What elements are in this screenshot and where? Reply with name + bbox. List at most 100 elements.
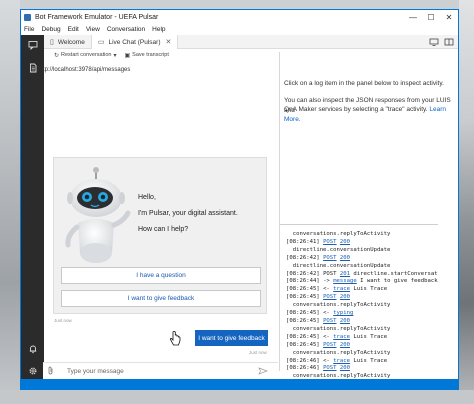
log-activity-link[interactable]: trace xyxy=(333,358,350,364)
log-activity-link[interactable]: trace xyxy=(333,286,350,292)
tab-live-chat[interactable]: ▭ Live Chat (Pulsar) ✕ xyxy=(90,35,179,49)
save-label: Save transcript xyxy=(132,52,169,58)
maximize-button[interactable]: ☐ xyxy=(422,10,440,24)
log-activity-link[interactable]: POST xyxy=(323,255,336,261)
log-entry[interactable]: [08:26:45] <- trace Luis Trace xyxy=(286,334,438,342)
log-entry[interactable]: [08:26:46] <- trace Luis Trace xyxy=(286,358,438,366)
log-direction: <- xyxy=(323,333,330,340)
log-entries: conversations.replyToActivity [08:26:41] … xyxy=(286,231,438,380)
menu-edit[interactable]: Edit xyxy=(68,26,79,33)
message-input[interactable]: Type your message xyxy=(67,368,258,375)
log-entry[interactable]: [08:26:42] POST 201 directline.startConv… xyxy=(286,271,438,279)
log-text: Luis Trace xyxy=(353,333,388,340)
menu-view[interactable]: View xyxy=(86,26,100,33)
log-entry[interactable]: conversations.replyToActivity xyxy=(286,326,438,334)
log-text: Luis Trace xyxy=(353,286,388,293)
log-direction: -> xyxy=(323,278,330,285)
menu-conversation[interactable]: Conversation xyxy=(107,26,145,33)
log-activity-link[interactable]: message xyxy=(333,278,357,284)
document-icon: ▯ xyxy=(50,39,54,46)
chat-bubble-icon[interactable] xyxy=(27,39,38,50)
restart-conversation-button[interactable]: ↻ Restart conversation ▾ xyxy=(54,52,119,59)
log-text: I want to give feedback xyxy=(360,278,438,285)
send-arrow-icon[interactable] xyxy=(258,366,268,377)
document-icon[interactable] xyxy=(27,62,38,73)
window-controls: — ☐ ✕ xyxy=(404,10,458,24)
log-status-code[interactable]: 200 xyxy=(340,342,350,348)
close-tab-icon[interactable]: ✕ xyxy=(166,38,172,46)
i-have-a-question-button[interactable]: I have a question xyxy=(61,267,261,284)
log-timestamp: [08:26:45] xyxy=(286,286,320,293)
tab-welcome[interactable]: ▯ Welcome xyxy=(44,35,91,49)
log-entry[interactable]: [08:26:45] <- trace Luis Trace xyxy=(286,286,438,294)
give-feedback-button[interactable]: I want to give feedback xyxy=(61,290,261,307)
log-direction: <- xyxy=(323,286,330,293)
inspector-info-text-line-2: QnA Maker services by selecting a "trace… xyxy=(284,105,452,125)
tab-label: Live Chat (Pulsar) xyxy=(108,38,161,46)
log-entry[interactable]: directline.conversationUpdate xyxy=(286,247,438,255)
inspector-info-text: QnA Maker services by selecting a "trace… xyxy=(284,106,428,113)
user-message-bubble: I want to give feedback xyxy=(195,330,268,346)
chat-toolbar: ↻ Restart conversation ▾ ▣ Save transcri… xyxy=(44,49,281,61)
log-activity-link[interactable]: trace xyxy=(333,334,350,340)
log-timestamp: [08:26:45] xyxy=(286,294,320,301)
log-entry[interactable]: directline.conversationUpdate xyxy=(286,263,438,271)
log-activity-link[interactable]: POST xyxy=(323,342,336,348)
log-entry[interactable]: conversations.replyToActivity xyxy=(286,350,438,358)
log-text: directline.startConversation xyxy=(353,270,438,277)
title-bar: Bot Framework Emulator - UEFA Pulsar — ☐… xyxy=(21,10,458,24)
log-status-code[interactable]: 201 xyxy=(340,271,350,277)
log-status-code[interactable]: 200 xyxy=(340,365,350,371)
log-direction: <- xyxy=(323,310,330,317)
menu-help[interactable]: Help xyxy=(152,26,165,33)
bell-icon[interactable] xyxy=(27,343,38,354)
settings-gear-icon[interactable] xyxy=(27,365,38,376)
status-bar xyxy=(20,379,459,390)
log-entry[interactable]: [08:26:44] -> message I want to give fee… xyxy=(286,278,438,286)
log-status-code[interactable]: 200 xyxy=(340,294,350,300)
chevron-down-icon: ▾ xyxy=(113,52,117,59)
restart-icon: ↻ xyxy=(54,52,60,59)
menu-file[interactable]: File xyxy=(24,26,34,33)
presentation-mode-icon[interactable] xyxy=(428,37,440,47)
log-entry[interactable]: [08:26:45] POST 200 xyxy=(286,318,438,326)
log-text: conversations.replyToActivity xyxy=(292,231,391,237)
save-transcript-button[interactable]: ▣ Save transcript xyxy=(125,52,169,59)
log-timestamp: [08:26:41] xyxy=(286,238,320,245)
log-activity-link[interactable]: POST xyxy=(323,365,336,371)
log-entry[interactable]: [08:26:45] POST 200 xyxy=(286,294,438,302)
desktop-background xyxy=(0,0,474,9)
log-activity-link[interactable]: POST xyxy=(323,239,336,245)
log-entry[interactable]: [08:26:45] <- typing xyxy=(286,310,438,318)
restart-label: Restart conversation xyxy=(61,52,112,58)
log-activity-link[interactable]: POST xyxy=(323,318,336,324)
layout-controls xyxy=(425,37,455,47)
log-activity-link[interactable]: typing xyxy=(333,310,353,316)
attachment-paperclip-icon[interactable] xyxy=(47,366,57,377)
log-status-code[interactable]: 200 xyxy=(340,318,350,324)
user-message-timestamp: Just now xyxy=(249,350,267,355)
log-timestamp: [08:26:42] xyxy=(286,254,320,261)
log-activity-link[interactable]: POST xyxy=(323,294,336,300)
log-text: conversations.replyToActivity xyxy=(292,302,391,309)
log-timestamp: [08:26:46] xyxy=(286,365,320,372)
bot-message-timestamp: Just now xyxy=(54,318,72,323)
log-entry[interactable]: conversations.replyToActivity xyxy=(286,302,438,310)
minimize-button[interactable]: — xyxy=(404,10,422,24)
split-view-icon[interactable] xyxy=(443,37,455,47)
log-entry[interactable]: [08:26:46] POST 200 xyxy=(286,365,438,373)
tab-strip: ▯ Welcome ▭ Live Chat (Pulsar) ✕ xyxy=(44,35,458,49)
log-status-code[interactable]: 200 xyxy=(340,239,350,245)
log-timestamp: [08:26:45] xyxy=(286,317,320,324)
log-entry[interactable]: [08:26:42] POST 200 xyxy=(286,255,438,263)
close-button[interactable]: ✕ xyxy=(440,10,458,24)
log-text: directline.conversationUpdate xyxy=(292,262,391,269)
log-text: Luis Trace xyxy=(353,357,388,364)
log-entry[interactable]: [08:26:41] POST 200 xyxy=(286,239,438,247)
log-entry[interactable]: conversations.replyToActivity xyxy=(286,231,438,239)
bot-greeting-line-3: How can I help? xyxy=(138,226,189,233)
log-status-code[interactable]: 200 xyxy=(340,255,350,261)
menu-debug[interactable]: Debug xyxy=(41,26,60,33)
log-entry[interactable]: [08:26:45] POST 200 xyxy=(286,342,438,350)
log-text: directline.conversationUpdate xyxy=(292,246,391,253)
